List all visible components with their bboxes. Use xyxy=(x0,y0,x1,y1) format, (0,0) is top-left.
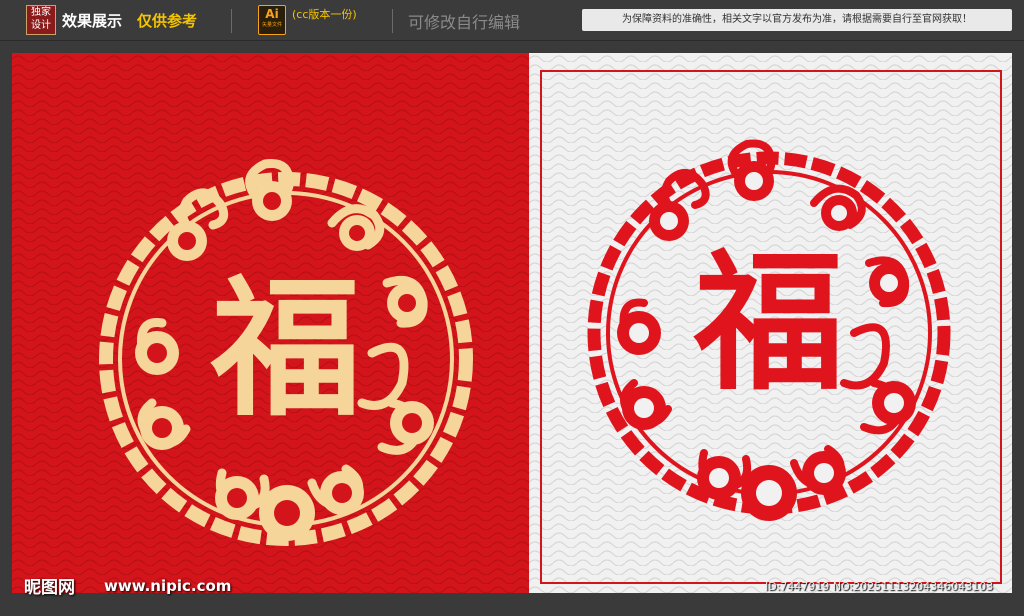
editable-label: 可修改自行编辑 xyxy=(408,13,521,32)
effect-display-label: 效果展示 xyxy=(62,12,123,30)
white-panel: 福 xyxy=(529,53,1012,593)
nipic-logo: 昵图网 xyxy=(24,578,75,598)
cc-version-label: (cc版本一份) xyxy=(292,8,357,21)
nipic-url[interactable]: www.nipic.com xyxy=(104,577,231,595)
preview-canvas: 福 福 xyxy=(12,53,1012,593)
illustrator-file-icon: Ai 矢量文件 xyxy=(258,5,286,35)
exclusive-design-logo: 独家设计 xyxy=(26,5,56,35)
image-id-watermark: ID:7447919 NO:20251113204346043103 xyxy=(765,580,994,593)
divider xyxy=(231,9,232,33)
red-wave-pattern: 福 xyxy=(12,53,529,593)
divider xyxy=(392,9,393,33)
white-wave-pattern: 福 xyxy=(529,53,1012,593)
top-toolbar: 独家设计 效果展示 仅供参考 Ai 矢量文件 (cc版本一份) 可修改自行编辑 为… xyxy=(0,0,1024,41)
disclaimer-notice: 为保障资料的准确性，相关文字以官方发布为准，请根据需要自行至官网获取！ xyxy=(582,9,1012,31)
fu-character-red: 福 xyxy=(693,235,844,411)
red-panel: 福 xyxy=(12,53,529,593)
fu-character-gold: 福 xyxy=(210,261,361,437)
reference-only-label: 仅供参考 xyxy=(137,12,198,30)
